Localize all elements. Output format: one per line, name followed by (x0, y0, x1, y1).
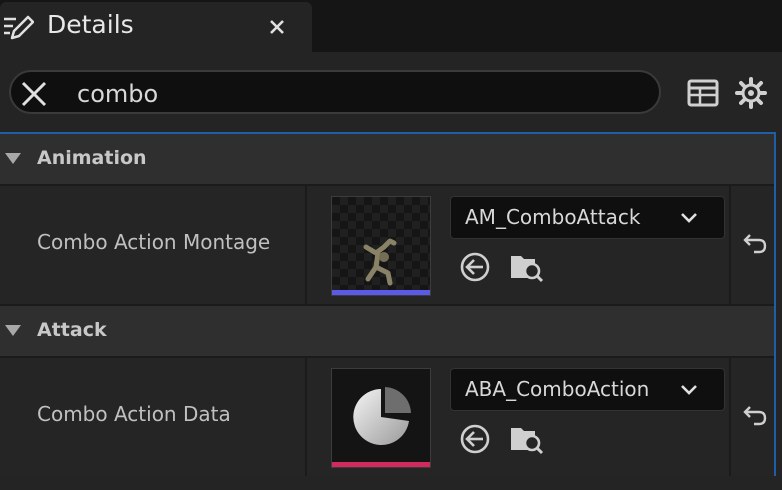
search-box (9, 70, 661, 114)
clear-x-icon[interactable] (19, 79, 49, 109)
search-input[interactable] (75, 76, 639, 112)
asset-name: ABA_ComboAction (465, 377, 650, 401)
use-selected-asset-icon[interactable] (459, 251, 491, 283)
property-label: Combo Action Data (37, 402, 231, 426)
browse-folder-icon[interactable] (509, 250, 545, 284)
use-selected-asset-icon[interactable] (459, 423, 491, 455)
collapse-arrow-icon (5, 153, 21, 164)
collapse-arrow-icon (5, 325, 21, 336)
category-label: Attack (37, 319, 107, 341)
pie-chart-icon (353, 387, 411, 445)
edit-list-icon (4, 15, 34, 40)
animation-montage-thumbnail[interactable] (331, 196, 431, 296)
gear-icon[interactable] (734, 76, 768, 110)
category-label: Animation (37, 147, 147, 169)
reset-to-default-icon[interactable] (742, 231, 768, 255)
asset-name: AM_ComboAttack (465, 205, 641, 229)
property-row-combo-action-data: Combo Action Data ABA_ComboAction (0, 358, 774, 476)
property-label: Combo Action Montage (37, 230, 271, 254)
column-divider (729, 186, 731, 304)
column-divider (729, 358, 731, 476)
tab-bar: Details (0, 0, 782, 52)
asset-type-bar (332, 290, 430, 295)
chevron-down-icon (681, 385, 697, 395)
asset-picker-dropdown[interactable]: AM_ComboAttack (450, 196, 725, 239)
category-animation[interactable]: Animation (0, 134, 774, 184)
close-icon[interactable] (262, 12, 292, 42)
property-list: Animation Combo Action Montage AM_ComboA… (0, 132, 776, 476)
asset-type-bar (332, 462, 430, 467)
data-asset-pie-thumbnail[interactable] (331, 368, 431, 468)
column-divider (305, 186, 307, 304)
tab-title: Details (47, 10, 134, 39)
asset-picker-dropdown[interactable]: ABA_ComboAction (450, 368, 725, 411)
details-tab[interactable]: Details (0, 2, 312, 52)
browse-folder-icon[interactable] (509, 422, 545, 456)
property-row-combo-action-montage: Combo Action Montage AM_ComboAttack (0, 186, 774, 304)
reset-to-default-icon[interactable] (742, 403, 768, 427)
column-divider (305, 358, 307, 476)
details-panel: Animation Combo Action Montage (0, 52, 782, 490)
chevron-down-icon (681, 213, 697, 223)
property-matrix-icon[interactable] (686, 76, 720, 110)
character-pose-icon (363, 238, 397, 286)
category-attack[interactable]: Attack (0, 306, 774, 356)
